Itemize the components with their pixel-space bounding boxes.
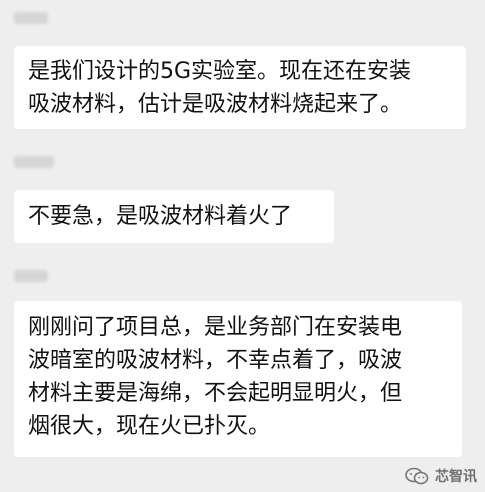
sender-name-blurred (14, 270, 48, 282)
message-bubble[interactable]: 刚刚问了项目总，是业务部门在安装电 波暗室的吸波材料，不幸点着了，吸波 材料主要… (14, 301, 462, 457)
watermark: 芯智讯 (405, 466, 477, 486)
sender-name-blurred (14, 12, 48, 24)
message-bubble[interactable]: 不要急，是吸波材料着火了 (14, 190, 334, 243)
wechat-icon (405, 467, 429, 485)
sender-name-blurred (14, 156, 54, 168)
watermark-text: 芯智讯 (435, 469, 477, 485)
message-bubble[interactable]: 是我们设计的5G实验室。现在还在安装 吸波材料，估计是吸波材料烧起来了。 (14, 46, 466, 129)
